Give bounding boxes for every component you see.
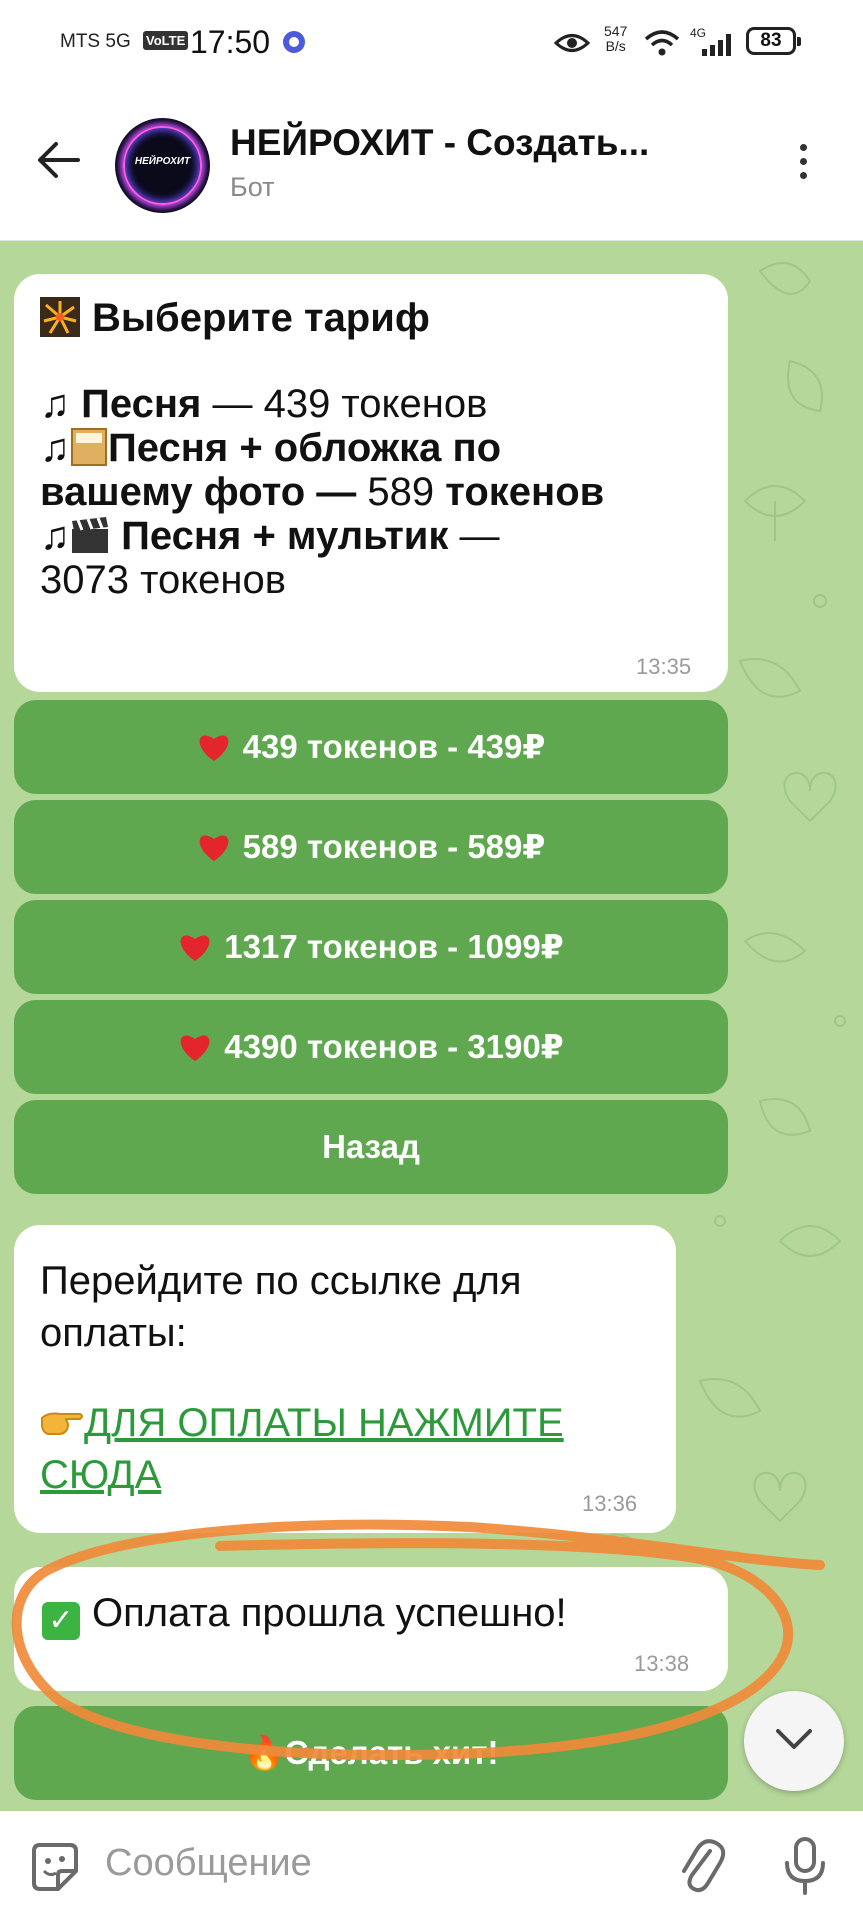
payment-text-line2: оплаты: — [40, 1311, 187, 1355]
music-note-icon: ♫ — [40, 514, 70, 558]
payment-link-line1[interactable]: ДЛЯ ОПЛАТЫ НАЖМИТЕ — [40, 1401, 564, 1446]
sticker-emoji-icon[interactable] — [28, 1841, 82, 1895]
clapper-board-icon — [72, 517, 108, 553]
tariff-line-song: ♫ Песня — 439 токенов — [40, 382, 488, 426]
chevron-down-icon — [776, 1729, 812, 1749]
payment-link-message: Перейдите по ссылке для оплаты: ДЛЯ ОПЛА… — [14, 1225, 676, 1533]
back-arrow-icon[interactable] — [36, 140, 80, 180]
clock: 17:50 — [190, 24, 271, 60]
message-input-bar: Сообщение — [0, 1811, 863, 1920]
message-time: 13:36 — [582, 1491, 638, 1516]
payment-link[interactable]: ДЛЯ ОПЛАТЫ НАЖМИТЕ — [84, 1401, 564, 1445]
status-bar: MTS 5G VoLTE 17:50 547 B/s 4G 83 — [0, 0, 863, 92]
message-time: 13:38 — [634, 1651, 690, 1676]
eye-icon — [554, 34, 590, 52]
heart-icon — [180, 935, 210, 961]
success-text: Оплата прошла успешно! — [92, 1591, 567, 1635]
fire-icon: 🔥 — [243, 1734, 285, 1771]
payment-link-line2[interactable]: СЮДА — [40, 1453, 161, 1498]
message-time: 13:35 — [636, 654, 692, 679]
pointing-hand-icon — [41, 1412, 83, 1435]
chat-subtitle: Бот — [230, 172, 275, 202]
heart-icon — [180, 1035, 210, 1061]
payment-link-cont[interactable]: СЮДА — [40, 1453, 161, 1497]
tariff-line-cover: ♫ Песня + обложка по — [40, 426, 502, 470]
chat-area[interactable]: Выберите тариф ♫ Песня — 439 токенов ♫ Пе… — [0, 241, 863, 1811]
paperclip-icon[interactable] — [676, 1837, 726, 1895]
volte-icon: VoLTE — [143, 31, 189, 50]
tariff-button-439[interactable]: 439 токенов - 439₽ — [14, 700, 728, 794]
tariff-button-4390[interactable]: 4390 токенов - 3190₽ — [14, 1000, 728, 1094]
heart-icon — [199, 835, 229, 861]
success-text-line: ✓ Оплата прошла успешно! — [42, 1591, 567, 1640]
network-speed: 547 B/s — [604, 23, 628, 54]
wifi-icon — [644, 30, 680, 56]
tariff-button-589[interactable]: 589 токенов - 589₽ — [14, 800, 728, 894]
tariff-button-1317[interactable]: 1317 токенов - 1099₽ — [14, 900, 728, 994]
tariff-line-cover-2: вашему фото — 589 токенов — [40, 470, 605, 514]
signal-icon — [702, 34, 731, 56]
tariff-line-cartoon: ♫ Песня + мультик — — [40, 514, 500, 558]
chat-title[interactable]: НЕЙРОХИТ - Создать... — [230, 122, 649, 164]
tariff-message: Выберите тариф ♫ Песня — 439 токенов ♫ Пе… — [14, 274, 728, 692]
more-menu-icon[interactable] — [799, 144, 809, 186]
battery-icon: 83 — [746, 27, 801, 55]
tariff-heading-line: Выберите тариф — [40, 296, 430, 341]
carrier-label: MTS 5G — [60, 31, 131, 52]
firework-icon — [40, 297, 80, 337]
avatar[interactable]: НЕЙРОХИТ — [115, 118, 210, 213]
message-input[interactable]: Сообщение — [105, 1842, 312, 1885]
tariff-line-cartoon-2: 3073 токенов — [40, 558, 286, 602]
avatar-logo-text: НЕЙРОХИТ — [134, 156, 191, 167]
payment-success-message: ✓ Оплата прошла успешно! 13:38 — [14, 1567, 728, 1691]
tariff-heading: Выберите тариф — [92, 296, 430, 340]
back-button[interactable]: Назад — [14, 1100, 728, 1194]
check-mark-icon: ✓ — [42, 1602, 80, 1640]
music-note-icon: ♫ — [40, 382, 70, 426]
music-note-icon: ♫ — [40, 426, 70, 470]
heart-icon — [199, 735, 229, 761]
chat-header: НЕЙРОХИТ НЕЙРОХИТ - Создать... Бот — [0, 92, 863, 241]
scroll-down-button[interactable] — [744, 1691, 844, 1791]
notebook-icon — [71, 428, 107, 466]
app-notification-icon — [283, 31, 305, 53]
payment-text-line1: Перейдите по ссылке для — [40, 1259, 522, 1303]
microphone-icon[interactable] — [783, 1837, 827, 1895]
make-hit-button[interactable]: 🔥Сделать хит! — [14, 1706, 728, 1800]
